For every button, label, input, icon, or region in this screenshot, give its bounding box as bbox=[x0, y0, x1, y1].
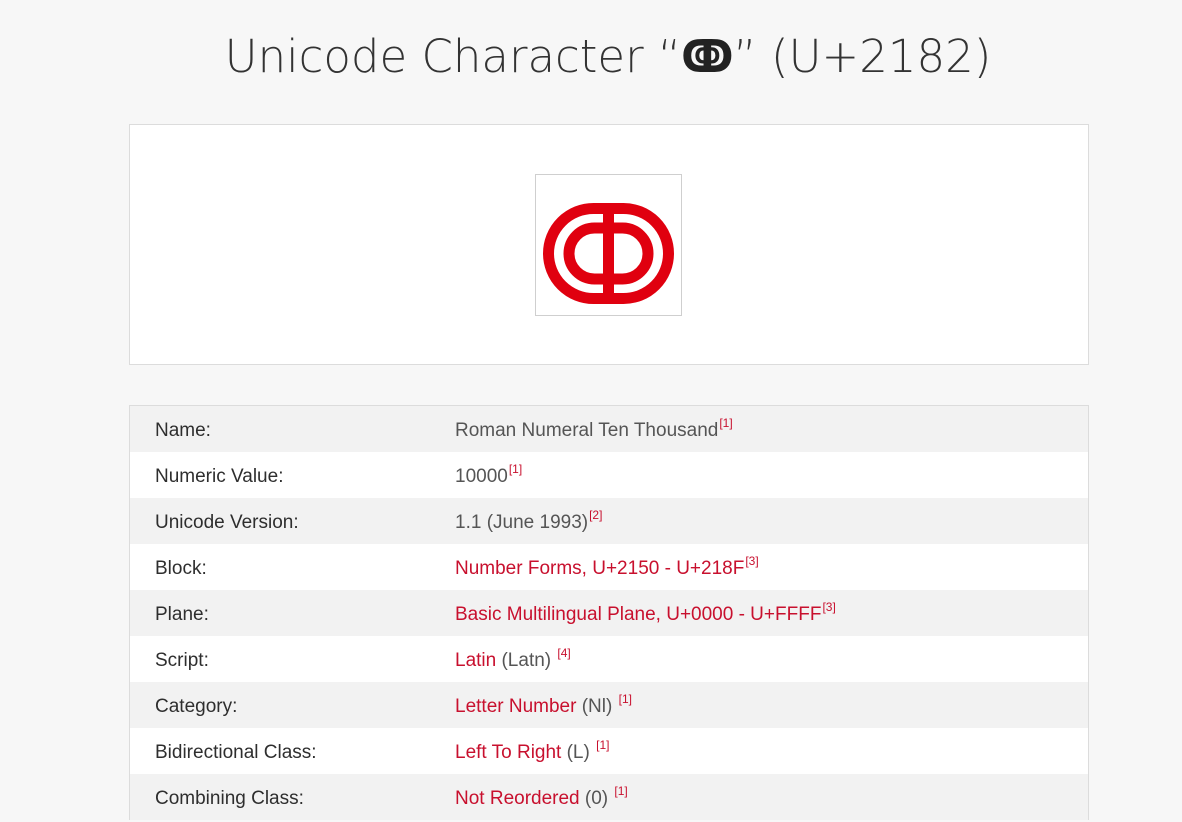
page-title: Unicode Character “ↂ” (U+2182) bbox=[0, 30, 1182, 83]
property-row: Unicode Version: 1.1 (June 1993)[2] bbox=[130, 498, 1088, 544]
properties-table: Name: Roman Numeral Ten Thousand[1] Numeri… bbox=[129, 405, 1089, 820]
property-row: Combining Class: Not Reordered (0) [1] bbox=[130, 774, 1088, 820]
property-row: Block: Number Forms, U+2150 - U+218F[3] bbox=[130, 544, 1088, 590]
property-row: Script: Latin (Latn) [4] bbox=[130, 636, 1088, 682]
property-row: Category: Letter Number (Nl) [1] bbox=[130, 682, 1088, 728]
property-value: Left To Right (L) [1] bbox=[455, 730, 609, 776]
property-label: Plane: bbox=[155, 604, 209, 625]
reference-link[interactable]: [1] bbox=[719, 416, 732, 430]
property-row: Name: Roman Numeral Ten Thousand[1] bbox=[130, 406, 1088, 452]
reference-link[interactable]: [1] bbox=[614, 784, 627, 798]
property-label: Category: bbox=[155, 696, 238, 717]
property-label: Bidirectional Class: bbox=[155, 742, 317, 763]
property-value: Letter Number (Nl) [1] bbox=[455, 684, 632, 730]
reference-link[interactable]: [1] bbox=[619, 692, 632, 706]
property-value: 10000[1] bbox=[455, 454, 522, 500]
property-label: Name: bbox=[155, 420, 211, 441]
property-value-text: 10000 bbox=[455, 466, 508, 487]
property-value-link[interactable]: Not Reordered bbox=[455, 788, 580, 809]
property-label: Script: bbox=[155, 650, 209, 671]
reference-link[interactable]: [3] bbox=[745, 554, 758, 568]
property-value-text: 1.1 (June 1993) bbox=[455, 512, 589, 533]
reference-link[interactable]: [4] bbox=[557, 646, 570, 660]
property-value-text: Roman Numeral Ten Thousand bbox=[455, 420, 719, 441]
property-row: Plane: Basic Multilingual Plane, U+0000 -… bbox=[130, 590, 1088, 636]
glyph-preview-frame bbox=[535, 174, 682, 316]
page-title-prefix: Unicode Character “ bbox=[224, 30, 682, 83]
property-value-link[interactable]: Number Forms, U+2150 - U+218F bbox=[455, 558, 744, 579]
reference-link[interactable]: [3] bbox=[822, 600, 835, 614]
property-value-code: (L) bbox=[561, 742, 596, 763]
property-row: Bidirectional Class: Left To Right (L) [1… bbox=[130, 728, 1088, 774]
page-title-suffix: ” (U+2182) bbox=[733, 30, 992, 83]
property-value-link[interactable]: Basic Multilingual Plane, U+0000 - U+FFF… bbox=[455, 604, 821, 625]
property-value-code: (Nl) bbox=[576, 696, 618, 717]
property-label: Numeric Value: bbox=[155, 466, 284, 487]
property-value: Latin (Latn) [4] bbox=[455, 638, 571, 684]
reference-link[interactable]: [1] bbox=[596, 738, 609, 752]
property-value-code: (Latn) bbox=[496, 650, 557, 671]
property-value: Not Reordered (0) [1] bbox=[455, 776, 628, 822]
property-label: Unicode Version: bbox=[155, 512, 299, 533]
property-label: Combining Class: bbox=[155, 788, 304, 809]
property-row: Numeric Value: 10000[1] bbox=[130, 452, 1088, 498]
property-value: Number Forms, U+2150 - U+218F[3] bbox=[455, 546, 759, 592]
reference-link[interactable]: [1] bbox=[509, 462, 522, 476]
glyph-preview-panel bbox=[129, 124, 1089, 365]
property-value: Roman Numeral Ten Thousand[1] bbox=[455, 408, 733, 454]
property-value: Basic Multilingual Plane, U+0000 - U+FFF… bbox=[455, 592, 836, 638]
property-value: 1.1 (June 1993)[2] bbox=[455, 500, 602, 546]
reference-link[interactable]: [2] bbox=[589, 508, 602, 522]
property-value-link[interactable]: Letter Number bbox=[455, 696, 576, 717]
property-label: Block: bbox=[155, 558, 207, 579]
property-value-link[interactable]: Left To Right bbox=[455, 742, 561, 763]
property-value-link[interactable]: Latin bbox=[455, 650, 496, 671]
page-title-glyph: ↂ bbox=[681, 30, 734, 83]
property-value-code: (0) bbox=[579, 788, 614, 809]
roman-numeral-ten-thousand-glyph-icon bbox=[543, 203, 674, 304]
